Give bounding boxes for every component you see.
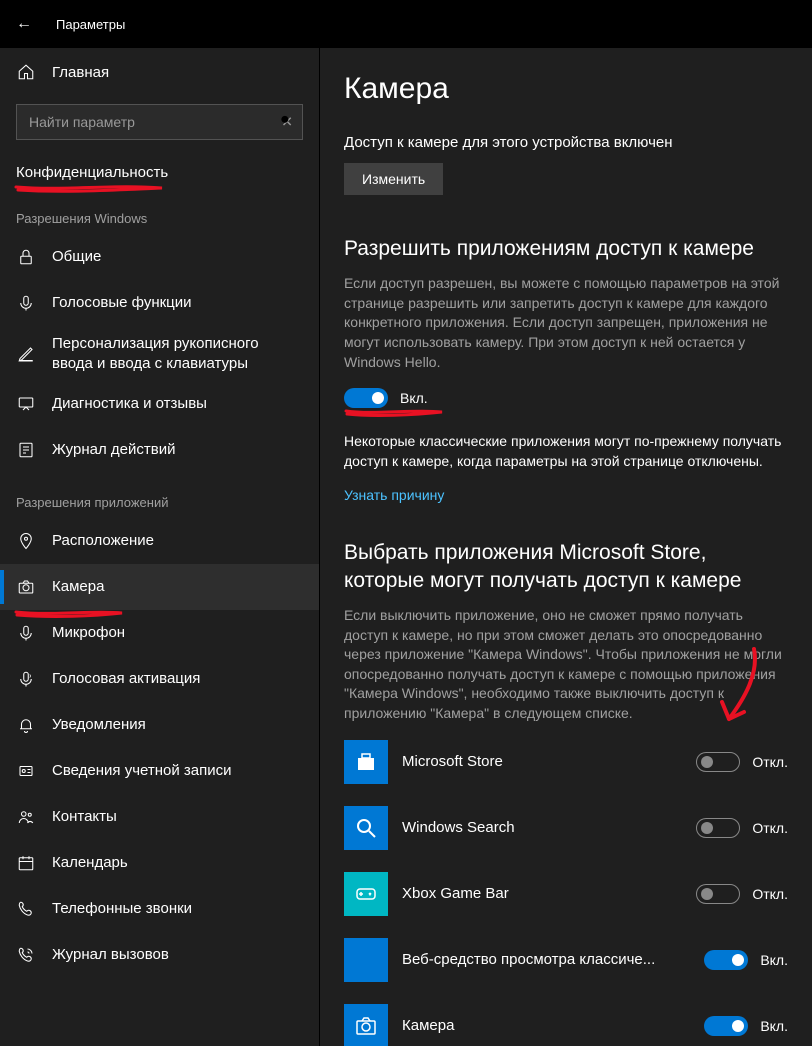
learn-link[interactable]: Узнать причину (344, 487, 444, 503)
app-row-4: Камера Вкл. (344, 1004, 788, 1046)
allow-toggle-label: Вкл. (400, 390, 428, 406)
sidebar-item-label: Контакты (52, 807, 117, 827)
sidebar-item-win-2[interactable]: Персонализация рукописного ввода и ввода… (0, 326, 319, 381)
app-row-1: Windows Search Откл. (344, 806, 788, 850)
calendar-icon (16, 854, 36, 872)
home-icon (16, 63, 36, 81)
group-windows-header: Разрешения Windows (0, 189, 319, 234)
sidebar-item-label: Сведения учетной записи (52, 761, 232, 781)
app-row-3: Веб-средство просмотра классиче... Вкл. (344, 938, 788, 982)
sidebar-item-label: Календарь (52, 853, 128, 873)
sidebar-item-app-7[interactable]: Календарь (0, 840, 319, 886)
app-toggle[interactable] (704, 950, 748, 970)
sidebar-item-app-5[interactable]: Сведения учетной записи (0, 748, 319, 794)
sidebar-item-label: Камера (52, 577, 104, 597)
pen-icon (16, 345, 36, 363)
home-nav[interactable]: Главная (0, 48, 319, 96)
app-toggle-label: Откл. (752, 820, 788, 836)
calllog-icon (16, 946, 36, 964)
sidebar-item-label: Журнал действий (52, 440, 175, 460)
feedback-icon (16, 395, 36, 413)
history-icon (16, 441, 36, 459)
app-name: Xbox Game Bar (402, 885, 696, 902)
back-button[interactable]: ← (16, 15, 32, 33)
phone-icon (16, 900, 36, 918)
sidebar-item-app-0[interactable]: Расположение (0, 518, 319, 564)
annotation-underline-toggle (344, 406, 444, 418)
app-row-0: Microsoft Store Откл. (344, 740, 788, 784)
sidebar-item-label: Микрофон (52, 623, 125, 643)
bell-icon (16, 716, 36, 734)
sidebar-item-app-2[interactable]: Микрофон (0, 610, 319, 656)
app-toggle[interactable] (704, 1016, 748, 1036)
sidebar-item-app-8[interactable]: Телефонные звонки (0, 886, 319, 932)
access-status: Доступ к камере для этого устройства вкл… (344, 134, 788, 151)
sidebar-item-label: Расположение (52, 531, 154, 551)
app-toggle-label: Откл. (752, 754, 788, 770)
search-magnify-icon (279, 114, 293, 131)
category-header: Конфиденциальность (0, 148, 319, 189)
sidebar-item-app-9[interactable]: Журнал вызовов (0, 932, 319, 978)
store-title: Выбрать приложения Microsoft Store, кото… (344, 539, 788, 594)
search-input[interactable] (16, 104, 303, 140)
sidebar-item-label: Персонализация рукописного ввода и ввода… (52, 334, 303, 373)
app-toggle-label: Вкл. (760, 952, 788, 968)
app-toggle[interactable] (696, 752, 740, 772)
search-wrap: ✕︎ (0, 96, 319, 148)
app-icon (344, 806, 388, 850)
mic-icon (16, 294, 36, 312)
sidebar-item-app-6[interactable]: Контакты (0, 794, 319, 840)
mic-icon (16, 624, 36, 642)
sidebar-item-win-1[interactable]: Голосовые функции (0, 280, 319, 326)
group-apps-header: Разрешения приложений (0, 473, 319, 518)
app-icon (344, 872, 388, 916)
sidebar-item-label: Голосовые функции (52, 293, 192, 313)
sidebar-item-app-3[interactable]: Голосовая активация (0, 656, 319, 702)
home-label: Главная (52, 64, 109, 81)
app-name: Windows Search (402, 819, 696, 836)
titlebar: ← Параметры (0, 0, 812, 48)
classic-desc: Некоторые классические приложения могут … (344, 432, 788, 471)
sidebar-item-app-4[interactable]: Уведомления (0, 702, 319, 748)
app-title: Параметры (56, 17, 125, 32)
app-icon (344, 1004, 388, 1046)
contacts-icon (16, 808, 36, 826)
app-row-2: Xbox Game Bar Откл. (344, 872, 788, 916)
account-icon (16, 762, 36, 780)
camera-icon (16, 578, 36, 596)
change-button[interactable]: Изменить (344, 163, 443, 195)
sidebar-item-label: Телефонные звонки (52, 899, 192, 919)
app-toggle-label: Откл. (752, 886, 788, 902)
sidebar-item-label: Уведомления (52, 715, 146, 735)
allow-toggle-row: Вкл. (344, 388, 788, 408)
category-label: Конфиденциальность (16, 164, 168, 181)
voice-icon (16, 670, 36, 688)
sidebar-item-win-4[interactable]: Журнал действий (0, 427, 319, 473)
app-toggle[interactable] (696, 818, 740, 838)
allow-toggle[interactable] (344, 388, 388, 408)
annotation-underline-category (14, 181, 164, 191)
lock-icon (16, 248, 36, 266)
allow-desc: Если доступ разрешен, вы можете с помощь… (344, 274, 788, 372)
app-name: Microsoft Store (402, 753, 696, 770)
sidebar-item-label: Диагностика и отзывы (52, 394, 207, 414)
sidebar-item-label: Журнал вызовов (52, 945, 169, 965)
app-icon (344, 938, 388, 982)
location-icon (16, 532, 36, 550)
app-name: Веб-средство просмотра классиче... (402, 951, 704, 968)
allow-title: Разрешить приложениям доступ к камере (344, 235, 788, 262)
page-title: Камера (344, 72, 788, 106)
sidebar-item-label: Голосовая активация (52, 669, 200, 689)
app-toggle-label: Вкл. (760, 1018, 788, 1034)
app-icon (344, 740, 388, 784)
sidebar-item-win-0[interactable]: Общие (0, 234, 319, 280)
store-desc: Если выключить приложение, оно не сможет… (344, 606, 788, 724)
sidebar: Главная ✕︎ Конфиденциальность Разрешения… (0, 48, 320, 1046)
sidebar-item-app-1[interactable]: Камера (0, 564, 319, 610)
sidebar-item-label: Общие (52, 247, 101, 267)
sidebar-item-win-3[interactable]: Диагностика и отзывы (0, 381, 319, 427)
app-name: Камера (402, 1017, 704, 1034)
content: Камера Доступ к камере для этого устройс… (320, 48, 812, 1046)
app-toggle[interactable] (696, 884, 740, 904)
